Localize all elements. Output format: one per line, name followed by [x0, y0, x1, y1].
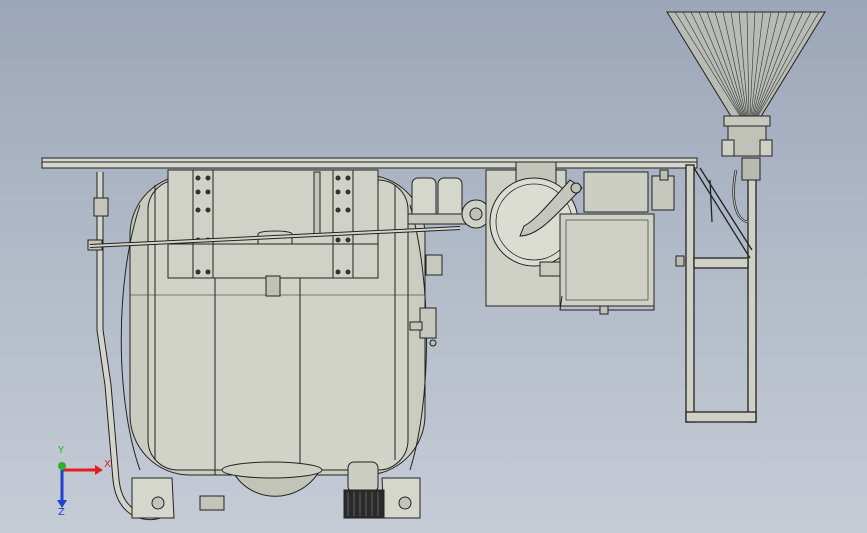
machine-assembly-model[interactable] [0, 0, 867, 533]
y-axis-label: Y [58, 445, 65, 456]
x-axis-label: X [104, 459, 111, 470]
right-support-frame [685, 164, 757, 423]
y-axis-dot [58, 462, 66, 470]
drain-motor [343, 461, 385, 519]
z-axis-label: Z [58, 507, 65, 518]
top-frame-beam [41, 157, 698, 169]
x-axis-arrowhead [95, 465, 103, 475]
cad-viewport[interactable]: X Y Z [0, 0, 867, 533]
control-valves [651, 169, 685, 267]
